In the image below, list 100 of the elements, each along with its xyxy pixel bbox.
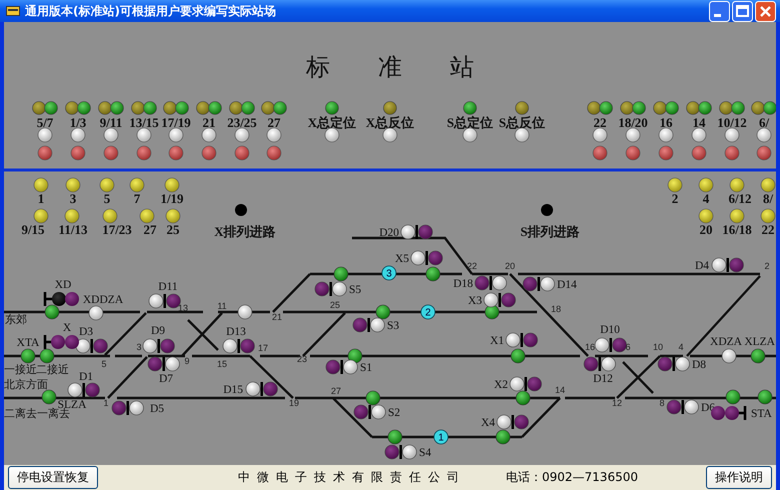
direction-label: 二离去一离去 <box>4 407 70 420</box>
track-lamp <box>750 348 766 364</box>
switch-button[interactable] <box>658 128 674 142</box>
signal-lamps[interactable] <box>712 258 744 272</box>
switch-button[interactable] <box>102 208 118 224</box>
switch-button[interactable] <box>730 208 744 224</box>
switch-indicator-lamps <box>229 101 255 115</box>
close-button[interactable] <box>755 0 776 22</box>
track-section-marker[interactable]: 3 <box>382 266 396 280</box>
switch-button[interactable] <box>136 128 152 142</box>
indicator-lamp <box>658 146 674 160</box>
switch-indicator-lamps <box>719 101 745 115</box>
switch-button[interactable] <box>668 178 682 192</box>
signal-label: D5 <box>150 403 164 415</box>
help-button[interactable]: 操作说明 <box>706 466 772 489</box>
signal-lamps[interactable] <box>384 444 417 460</box>
control-button[interactable] <box>462 128 478 142</box>
switch-button[interactable] <box>692 128 706 142</box>
signal-lamps[interactable] <box>510 376 542 392</box>
signal-lamps[interactable] <box>326 360 358 374</box>
signal-lamps[interactable] <box>112 400 144 416</box>
signal-post-drawing[interactable] <box>44 290 79 308</box>
indicator-lamp <box>266 146 282 160</box>
route-button[interactable] <box>235 204 247 216</box>
switch-number: 16 <box>585 342 595 352</box>
indicator-lamp <box>515 101 529 115</box>
signal-lamps[interactable] <box>354 404 386 420</box>
signal-lamps[interactable] <box>522 276 555 292</box>
switch-button[interactable] <box>104 128 118 142</box>
signal-lamps[interactable] <box>148 356 180 372</box>
direction-label: 二接近 <box>36 363 69 376</box>
track-section-marker[interactable]: 1 <box>434 430 448 444</box>
control-button[interactable] <box>514 128 530 142</box>
indicator-lamp <box>626 146 640 160</box>
signal-lamps[interactable] <box>584 356 616 372</box>
signal-lamps[interactable] <box>666 400 699 414</box>
signal-lamps[interactable] <box>222 338 255 354</box>
switch-button[interactable] <box>70 128 86 142</box>
signal-lamps[interactable] <box>142 338 175 354</box>
signal-lamps[interactable] <box>314 282 347 296</box>
indicator-lamp <box>38 146 52 160</box>
route-button[interactable] <box>541 204 553 216</box>
signal-label: D18 <box>453 278 473 290</box>
switch-button[interactable] <box>730 178 744 192</box>
signal-label: D20 <box>379 227 399 239</box>
switch-button[interactable] <box>756 128 772 142</box>
signal-lamps[interactable] <box>246 382 278 396</box>
switch-button[interactable] <box>760 178 776 192</box>
switch-button[interactable] <box>234 128 250 142</box>
switch-button[interactable] <box>698 178 714 192</box>
switch-button[interactable] <box>64 208 80 224</box>
control-button[interactable] <box>382 128 398 142</box>
switch-button[interactable] <box>166 208 180 224</box>
switch-button[interactable] <box>100 178 114 192</box>
switch-label: 11/13 <box>58 222 88 237</box>
indicator-lamp <box>234 146 250 160</box>
switch-button[interactable] <box>168 128 184 142</box>
switch-button[interactable] <box>34 178 48 192</box>
switch-indicator-lamps <box>65 101 91 115</box>
signal-lamps[interactable] <box>400 224 433 240</box>
switch-button[interactable] <box>66 178 80 192</box>
maximize-button[interactable] <box>732 0 753 22</box>
switch-number: 4 <box>678 342 684 352</box>
switch-number: 23 <box>297 354 307 364</box>
switch-button[interactable] <box>38 128 52 142</box>
switch-button[interactable] <box>698 208 714 224</box>
signal-lamps[interactable] <box>594 338 627 352</box>
switch-number: 11 <box>217 301 227 311</box>
switch-label: 1/3 <box>70 115 86 130</box>
switch-label: 23/25 <box>227 115 257 130</box>
switch-number: 1 <box>104 398 108 408</box>
minimize-button[interactable] <box>709 0 730 22</box>
signal-lamps[interactable] <box>68 382 100 398</box>
switch-button[interactable] <box>266 128 282 142</box>
signal-post-drawing[interactable] <box>44 334 79 350</box>
signal-lamps[interactable] <box>506 332 538 348</box>
switch-button[interactable] <box>34 208 48 224</box>
switch-button[interactable] <box>140 208 154 224</box>
control-button[interactable] <box>324 128 340 142</box>
signal-lamps[interactable] <box>76 338 108 354</box>
signal-lamps[interactable] <box>496 414 529 430</box>
power-restore-button[interactable]: 停电设置恢复 <box>8 466 98 489</box>
switch-button[interactable] <box>164 178 180 192</box>
signal-lamps[interactable] <box>474 276 507 290</box>
track-section-marker[interactable]: 2 <box>420 304 436 320</box>
signal-lamps[interactable] <box>484 292 516 308</box>
track-lamp <box>388 430 402 444</box>
switch-button[interactable] <box>202 128 216 142</box>
switch-button[interactable] <box>592 128 608 142</box>
signal-lamps[interactable] <box>658 356 690 372</box>
signal-lamps[interactable] <box>352 318 385 332</box>
signal-lamps[interactable] <box>410 250 443 266</box>
signal-label: D8 <box>692 359 706 371</box>
switch-button[interactable] <box>626 128 640 142</box>
route-label: X排列进路 <box>214 224 276 239</box>
switch-button[interactable] <box>130 178 144 192</box>
switch-indicator-lamps <box>163 101 189 115</box>
switch-button[interactable] <box>724 128 740 142</box>
switch-button[interactable] <box>760 208 776 224</box>
switch-label: 8/ <box>762 191 774 206</box>
